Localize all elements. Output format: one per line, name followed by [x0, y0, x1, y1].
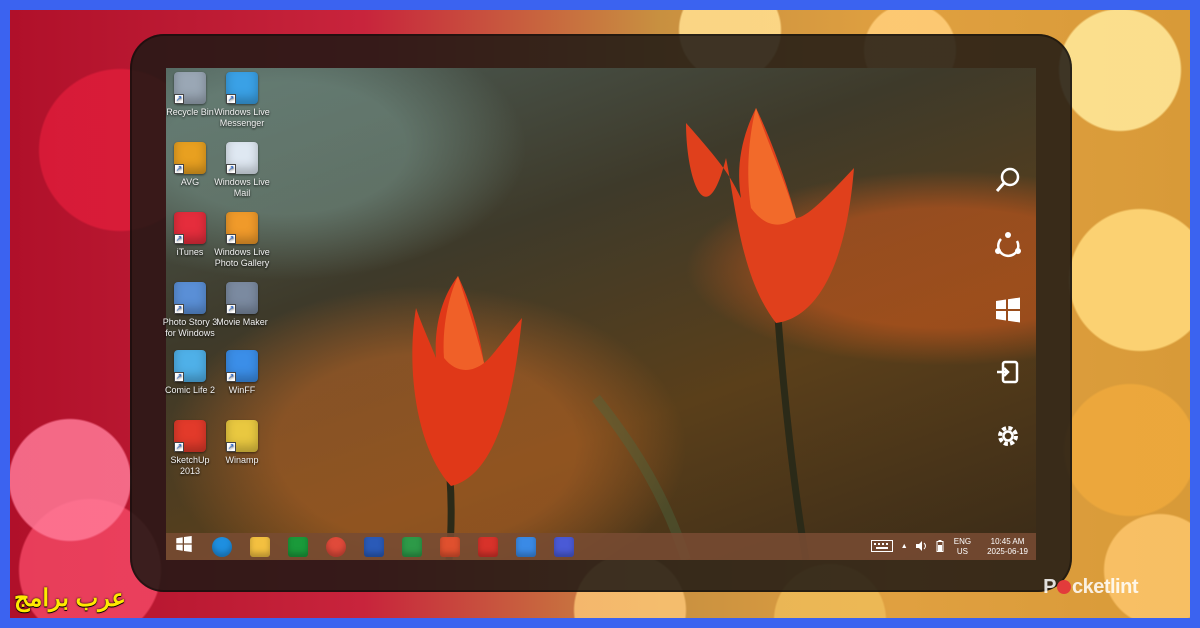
taskbar-app-glyph — [554, 536, 574, 557]
start-icon[interactable] — [988, 290, 1028, 330]
desktop-icon-label: Windows Live Photo Gallery — [214, 247, 270, 268]
desktop-icon[interactable]: ↗ Photo Story 3 for Windows — [162, 282, 218, 339]
taskbar-app-glyph — [212, 536, 232, 557]
windows-start-icon[interactable] — [168, 534, 200, 559]
desktop-icon-label: SketchUp 2013 — [170, 455, 210, 476]
desktop-icon-label: Windows Live Mail — [214, 177, 270, 198]
desktop-icon-label: WinFF — [228, 385, 256, 395]
desktop-icon-label: Windows Live Messenger — [214, 107, 270, 128]
messenger-icon: ↗ — [226, 72, 258, 104]
desktop-icon-label: Comic Life 2 — [164, 385, 216, 395]
mail-icon: ↗ — [226, 142, 258, 174]
desktop-icon[interactable]: ↗ Winamp — [214, 420, 270, 466]
taskbar-app-glyph — [288, 536, 308, 557]
desktop-screen — [166, 68, 1036, 560]
photo-gallery-icon: ↗ — [226, 212, 258, 244]
shortcut-arrow-icon: ↗ — [174, 164, 184, 174]
desktop-icon[interactable]: ↗ Windows Live Mail — [214, 142, 270, 199]
shortcut-arrow-icon: ↗ — [226, 234, 236, 244]
desktop-icon[interactable]: ↗ AVG — [162, 142, 218, 188]
desktop-icon-label: Photo Story 3 for Windows — [162, 317, 218, 338]
taskbar: ▲ ENG US 10:45 AM 2025-06-19 — [166, 533, 1036, 560]
taskbar-app-glyph — [175, 535, 193, 558]
desktop-icon[interactable]: ↗ Comic Life 2 — [162, 350, 218, 396]
word-icon[interactable] — [358, 534, 390, 559]
clock-time: 10:45 AM — [990, 536, 1025, 546]
battery-icon[interactable] — [936, 539, 944, 554]
desktop-icon-label: iTunes — [176, 247, 204, 257]
alarm-icon[interactable] — [472, 534, 504, 559]
itunes-icon: ↗ — [174, 212, 206, 244]
shortcut-arrow-icon: ↗ — [226, 442, 236, 452]
shortcut-arrow-icon: ↗ — [174, 94, 184, 104]
shortcut-arrow-icon: ↗ — [226, 372, 236, 382]
devices-icon[interactable] — [988, 352, 1028, 392]
pocketlint-watermark: Pcketlint — [1043, 576, 1138, 598]
internet-explorer-icon[interactable] — [206, 534, 238, 559]
taskbar-apps — [166, 534, 586, 559]
arabic-label: عرب برامج — [14, 585, 126, 612]
winamp-icon: ↗ — [226, 420, 258, 452]
store-icon[interactable] — [282, 534, 314, 559]
clock[interactable]: 10:45 AM 2025-06-19 — [987, 537, 1028, 557]
clock-date: 2025-06-19 — [987, 546, 1028, 556]
desktop-icon[interactable]: ↗ WinFF — [214, 350, 270, 396]
desktop-icon[interactable]: ↗ iTunes — [162, 212, 218, 258]
desktop-icon-label: Movie Maker — [216, 317, 268, 327]
system-tray: ▲ ENG US 10:45 AM 2025-06-19 — [870, 533, 1032, 560]
shortcut-arrow-icon: ↗ — [174, 304, 184, 314]
comic-life-icon: ↗ — [174, 350, 206, 382]
file-explorer-icon[interactable] — [244, 534, 276, 559]
desktop-icon-label: Winamp — [225, 455, 259, 465]
desktop-icon[interactable]: ↗ Windows Live Messenger — [214, 72, 270, 129]
desktop-icon[interactable]: ↗ Recycle Bin — [162, 72, 218, 118]
shortcut-arrow-icon: ↗ — [226, 304, 236, 314]
photo-story-icon: ↗ — [174, 282, 206, 314]
shortcut-arrow-icon: ↗ — [226, 94, 236, 104]
movie-maker-icon: ↗ — [226, 282, 258, 314]
show-hidden-icons-icon[interactable]: ▲ — [901, 543, 908, 550]
desktop-icon[interactable]: ↗ SketchUp 2013 — [162, 420, 218, 477]
region-code: US — [956, 546, 968, 556]
share-icon[interactable] — [988, 226, 1028, 266]
volume-icon[interactable] — [915, 540, 928, 553]
keyboard-icon[interactable] — [870, 539, 893, 554]
sketchup-icon: ↗ — [174, 420, 206, 452]
desktop-icon-label: AVG — [180, 177, 200, 187]
avg-icon: ↗ — [174, 142, 206, 174]
shortcut-arrow-icon: ↗ — [174, 442, 184, 452]
taskbar-app-glyph — [516, 536, 536, 557]
taskbar-app-glyph — [478, 536, 498, 557]
shortcut-arrow-icon: ↗ — [174, 372, 184, 382]
taskbar-app-glyph — [326, 536, 346, 557]
app-green-icon[interactable] — [396, 534, 428, 559]
voice-recorder-icon[interactable] — [434, 534, 466, 559]
desktop-icon-label: Recycle Bin — [166, 107, 214, 117]
desktop-icon[interactable]: ↗ Movie Maker — [214, 282, 270, 328]
search-icon[interactable] — [988, 160, 1028, 200]
recycle-bin-icon: ↗ — [174, 72, 206, 104]
desktop-icon[interactable]: ↗ Windows Live Photo Gallery — [214, 212, 270, 269]
taskbar-app-glyph — [364, 536, 384, 557]
language-indicator[interactable]: ENG US — [954, 537, 971, 557]
weather-icon[interactable] — [510, 534, 542, 559]
shortcut-arrow-icon: ↗ — [174, 234, 184, 244]
tulip-wallpaper — [412, 108, 854, 560]
language-code: ENG — [953, 536, 972, 546]
taskbar-app-glyph — [440, 536, 460, 557]
winff-icon: ↗ — [226, 350, 258, 382]
chrome-icon[interactable] — [320, 534, 352, 559]
settings-icon[interactable] — [988, 416, 1028, 456]
watermark-dot-icon — [1056, 580, 1071, 594]
taskbar-app-glyph — [250, 536, 270, 557]
settings-app-icon[interactable] — [548, 534, 580, 559]
taskbar-app-glyph — [402, 536, 422, 557]
shortcut-arrow-icon: ↗ — [226, 164, 236, 174]
